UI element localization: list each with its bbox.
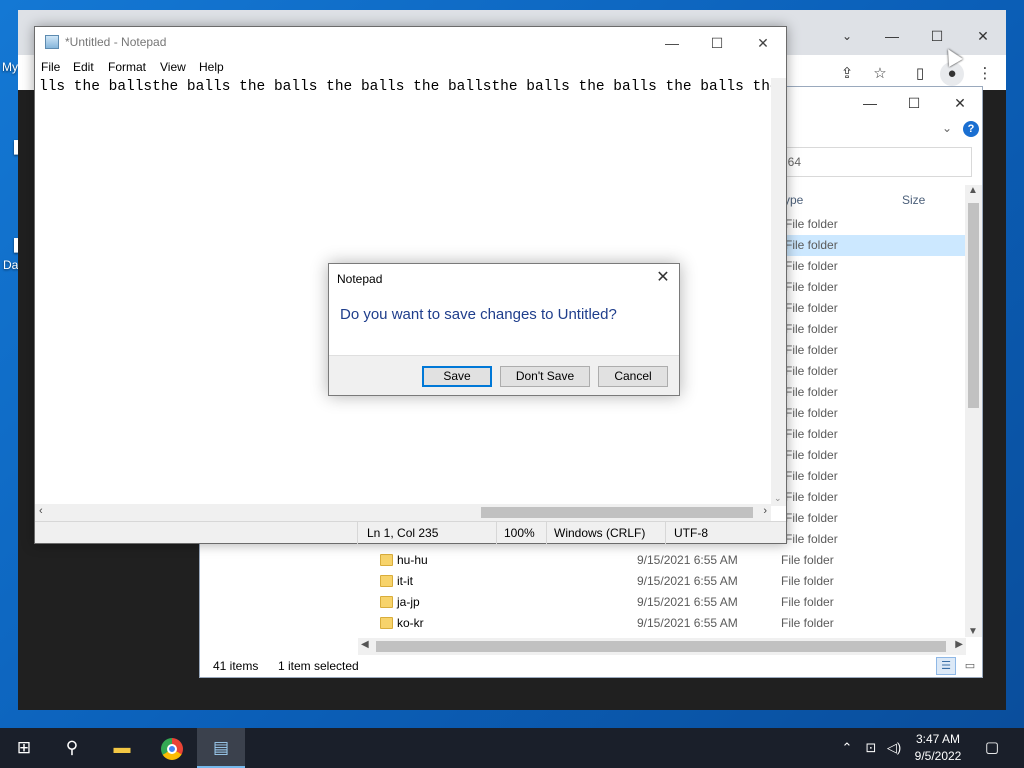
scroll-left-icon[interactable]: ‹ xyxy=(39,505,43,517)
list-item[interactable]: hu-hu 9/15/2021 6:55 AM File folder xyxy=(376,550,966,571)
chrome-maximize-button[interactable]: ☐ xyxy=(925,24,949,48)
file-explorer-icon[interactable]: ▬ xyxy=(98,728,146,768)
notepad-title: *Untitled - Notepad xyxy=(65,35,167,49)
scroll-down-icon[interactable]: ⌄ xyxy=(774,493,782,504)
notepad-horizontal-scrollbar[interactable]: ‹ › xyxy=(35,504,771,521)
explorer-horizontal-scrollbar[interactable]: ◀ ▶ xyxy=(358,638,966,655)
explorer-maximize-button[interactable]: ☐ xyxy=(900,93,928,113)
folder-icon xyxy=(380,575,393,587)
notepad-status-bar: Ln 1, Col 235 100% Windows (CRLF) UTF-8 xyxy=(35,521,786,544)
list-item[interactable]: ja-jp 9/15/2021 6:55 AM File folder xyxy=(376,592,966,613)
encoding: UTF-8 xyxy=(674,526,708,540)
list-item[interactable]: it-it 9/15/2021 6:55 AM File folder xyxy=(376,571,966,592)
explorer-minimize-button[interactable]: — xyxy=(856,93,884,113)
line-ending: Windows (CRLF) xyxy=(554,526,646,540)
chrome-close-button[interactable]: ✕ xyxy=(971,24,995,48)
notepad-minimize-button[interactable]: — xyxy=(649,31,695,55)
scroll-right-icon[interactable]: › xyxy=(763,505,767,517)
network-icon[interactable]: ⊡ xyxy=(860,728,882,768)
item-count: 41 items xyxy=(213,659,259,673)
scrollbar-thumb[interactable] xyxy=(481,507,753,518)
menu-help[interactable]: Help xyxy=(199,60,224,74)
notepad-vertical-scrollbar[interactable]: ⌄ xyxy=(771,78,786,506)
chrome-minimize-button[interactable]: — xyxy=(880,24,904,48)
zoom-level: 100% xyxy=(504,526,535,540)
notifications-icon[interactable]: ▢ xyxy=(980,728,1004,768)
scroll-up-icon[interactable]: ▲ xyxy=(968,185,978,196)
notepad-taskbar-icon[interactable]: ▤ xyxy=(197,728,245,768)
save-button[interactable]: Save xyxy=(422,366,492,387)
explorer-close-button[interactable]: ✕ xyxy=(946,93,974,113)
explorer-vertical-scrollbar[interactable]: ▲ ▼ xyxy=(965,185,982,637)
scrollbar-thumb[interactable] xyxy=(376,641,946,652)
desktop-icon-label[interactable]: My xyxy=(2,60,18,74)
explorer-status-bar: 41 items 1 item selected ☰ ▭ xyxy=(200,655,982,677)
notepad-menu-bar: File Edit Format View Help xyxy=(35,58,786,78)
taskbar-clock[interactable]: 3:47 AM 9/5/2022 xyxy=(908,731,968,765)
more-icon[interactable]: ⋮ xyxy=(973,62,997,86)
dialog-button-bar: Save Don't Save Cancel xyxy=(329,355,679,395)
cancel-button[interactable]: Cancel xyxy=(598,366,668,387)
taskbar: ⊞ ⚲ ▬ ▤ ⌃ ⊡ ◁) 3:47 AM 9/5/2022 ▢ xyxy=(0,728,1024,768)
profile-icon[interactable]: ● xyxy=(940,62,964,86)
sidepanel-icon[interactable]: ▯ xyxy=(908,62,932,86)
menu-edit[interactable]: Edit xyxy=(73,60,94,74)
scrollbar-thumb[interactable] xyxy=(968,203,979,408)
notepad-close-button[interactable]: ✕ xyxy=(740,31,786,55)
menu-file[interactable]: File xyxy=(41,60,60,74)
folder-icon xyxy=(380,596,393,608)
folder-icon xyxy=(380,617,393,629)
clock-date: 9/5/2022 xyxy=(914,749,962,763)
dialog-message: Do you want to save changes to Untitled? xyxy=(340,306,617,323)
chrome-icon[interactable] xyxy=(148,728,196,768)
scroll-left-icon[interactable]: ◀ xyxy=(361,639,369,650)
chevron-up-icon[interactable]: ⌃ xyxy=(836,728,858,768)
selection-count: 1 item selected xyxy=(278,659,359,673)
clock-time: 3:47 AM xyxy=(915,732,961,746)
address-bar[interactable]: l64 xyxy=(780,147,972,177)
ribbon-expand-icon[interactable]: ⌄ xyxy=(942,121,952,135)
scroll-down-icon[interactable]: ▼ xyxy=(968,626,978,637)
cursor-position: Ln 1, Col 235 xyxy=(367,526,439,540)
folder-icon xyxy=(380,554,393,566)
windows-start-icon[interactable]: ⊞ xyxy=(0,728,48,768)
volume-icon[interactable]: ◁) xyxy=(883,728,905,768)
search-icon[interactable]: ⚲ xyxy=(48,728,96,768)
details-view-icon[interactable]: ☰ xyxy=(936,657,956,675)
list-item[interactable]: ko-kr 9/15/2021 6:55 AM File folder xyxy=(376,613,966,634)
chrome-tab-dropdown-icon[interactable]: ⌄ xyxy=(835,24,859,48)
help-icon[interactable]: ? xyxy=(963,121,979,137)
notepad-maximize-button[interactable]: ☐ xyxy=(694,31,740,55)
share-icon[interactable]: ⇪ xyxy=(835,62,859,86)
notepad-icon xyxy=(45,35,59,49)
column-header-size[interactable]: Size xyxy=(902,189,925,211)
desktop-icon-label[interactable]: Da xyxy=(3,258,18,272)
notepad-title-bar[interactable]: *Untitled - Notepad — ☐ ✕ xyxy=(35,27,786,58)
large-icons-view-icon[interactable]: ▭ xyxy=(960,657,980,675)
dialog-title: Notepad xyxy=(337,272,383,286)
menu-view[interactable]: View xyxy=(160,60,186,74)
dialog-close-button[interactable]: ✕ xyxy=(653,268,673,288)
scroll-right-icon[interactable]: ▶ xyxy=(955,639,963,650)
dont-save-button[interactable]: Don't Save xyxy=(500,366,590,387)
save-changes-dialog: Notepad ✕ Do you want to save changes to… xyxy=(328,263,680,396)
menu-format[interactable]: Format xyxy=(108,60,146,74)
star-icon[interactable]: ☆ xyxy=(868,62,892,86)
